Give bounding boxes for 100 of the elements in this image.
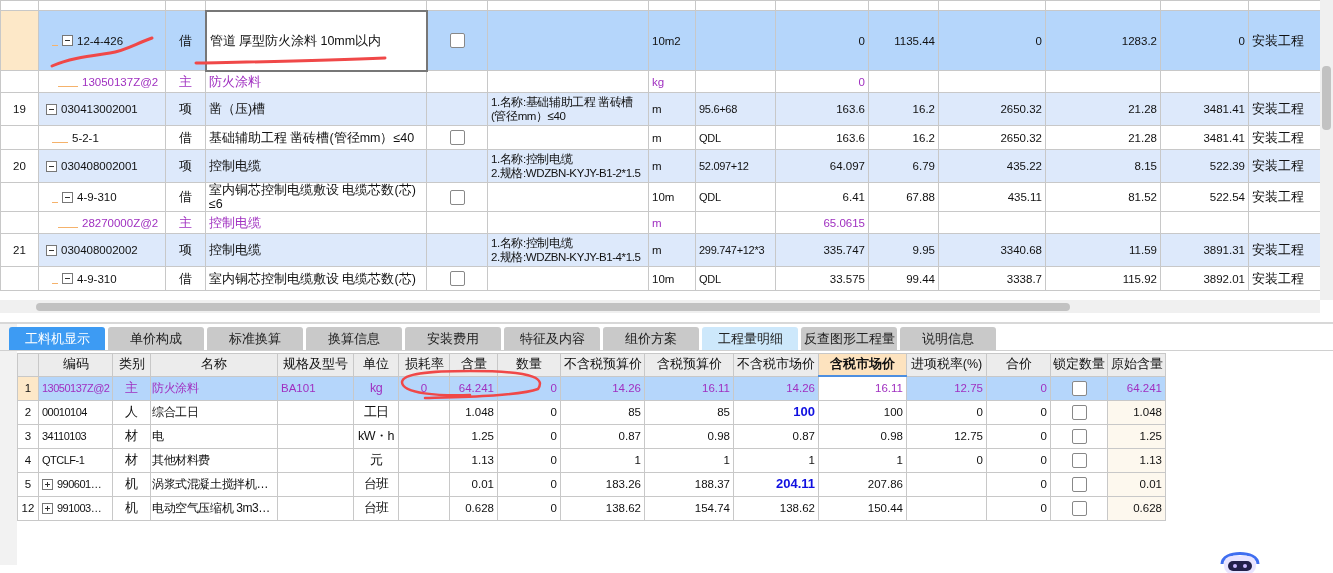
collapse-icon[interactable] — [62, 35, 73, 46]
table-cell: 14.26 — [733, 376, 819, 400]
column-header[interactable]: 进项税率(%) — [906, 353, 987, 376]
value-text: 435.22 — [938, 149, 1046, 183]
table-cell: 85 — [560, 400, 645, 424]
tab[interactable]: 工程量明细 — [702, 327, 798, 350]
category-text: 借 — [165, 182, 206, 212]
column-header[interactable]: 含税市场价 — [818, 353, 907, 376]
checkbox[interactable] — [449, 130, 465, 146]
column-header[interactable]: 原始含量 — [1107, 353, 1166, 376]
table-cell: 0 — [986, 400, 1051, 424]
collapse-icon[interactable] — [46, 103, 57, 115]
table-cell: kg — [353, 376, 399, 400]
row-number: 20 — [0, 149, 39, 183]
checkbox[interactable] — [1071, 380, 1087, 396]
column-header[interactable]: 编码 — [38, 353, 113, 376]
name-text: 控制电缆 — [205, 233, 427, 267]
table-cell: 0 — [986, 376, 1051, 400]
value-text: 6.41 — [775, 182, 869, 212]
table-cell: 电 — [150, 424, 278, 448]
tab[interactable]: 安装费用 — [405, 327, 501, 350]
table-cell: 188.37 — [644, 472, 734, 496]
name-text: 室内铜芯控制电缆敷设 电缆芯数(芯) ≤6 — [205, 182, 427, 212]
value-text: 16.2 — [868, 125, 939, 150]
table-cell: 材 — [112, 424, 151, 448]
feature-text: 1.名称:控制电缆 — [491, 236, 574, 250]
checkbox[interactable] — [1071, 404, 1087, 420]
checkbox[interactable] — [449, 271, 465, 287]
unit-text: 10m — [648, 182, 696, 212]
expression-text: 299.747+12*3 — [695, 233, 776, 267]
horizontal-scrollbar[interactable] — [0, 300, 1320, 313]
column-header[interactable]: 不含税预算价 — [560, 353, 645, 376]
code-text: 030408002002 — [61, 243, 138, 257]
tab[interactable]: 反查图形工程量 — [801, 327, 897, 350]
value-text: 8.15 — [1045, 149, 1161, 183]
table-cell: 14.26 — [560, 376, 645, 400]
column-header[interactable]: 合价 — [986, 353, 1051, 376]
tab[interactable]: 标准换算 — [207, 327, 303, 350]
tab[interactable]: 特征及内容 — [504, 327, 600, 350]
unit-text: m — [648, 92, 696, 126]
column-header[interactable]: 数量 — [497, 353, 561, 376]
tab[interactable]: 组价方案 — [603, 327, 699, 350]
table-cell: 机 — [112, 472, 151, 496]
unit-text: m — [648, 211, 696, 234]
code-text: QTCLF-1 — [42, 453, 85, 467]
table-cell: 机 — [112, 496, 151, 520]
table-cell: 16.11 — [644, 376, 734, 400]
value-text: 6.79 — [868, 149, 939, 183]
code-text: 030413002001 — [61, 102, 138, 116]
feature-text: 2.规格:WDZBN-KYJY-B1-4*1.5 — [491, 250, 642, 264]
tab[interactable]: 单价构成 — [108, 327, 204, 350]
column-header[interactable]: 名称 — [150, 353, 278, 376]
column-header[interactable]: 锁定数量 — [1050, 353, 1108, 376]
column-header[interactable]: 单位 — [353, 353, 399, 376]
code-text: 28270000Z@2 — [82, 215, 159, 230]
table-cell: 主 — [112, 376, 151, 400]
value-text: 163.6 — [775, 92, 869, 126]
expand-icon[interactable] — [42, 502, 53, 514]
column-header[interactable]: 规格及型号 — [277, 353, 354, 376]
table-cell: 0 — [906, 448, 987, 472]
category-text: 借 — [165, 266, 206, 291]
table-cell: 64.241 — [1107, 376, 1166, 400]
checkbox[interactable] — [449, 33, 465, 49]
value-text: 81.52 — [1045, 182, 1161, 212]
value-text: 435.11 — [938, 182, 1046, 212]
expression-text: QDL — [695, 125, 776, 150]
value-text: 522.39 — [1160, 149, 1249, 183]
unit-text: 10m — [648, 266, 696, 291]
checkbox[interactable] — [1071, 476, 1087, 492]
table-cell: 0.628 — [449, 496, 498, 520]
table-cell: 台班 — [353, 472, 399, 496]
table-cell: 综合工日 — [150, 400, 278, 424]
vertical-scrollbar[interactable] — [1320, 0, 1333, 300]
column-header[interactable]: 不含税市场价 — [733, 353, 819, 376]
code-text: 34110103 — [42, 429, 87, 443]
table-cell: 0 — [986, 496, 1051, 520]
table-cell: 其他材料费 — [150, 448, 278, 472]
column-header[interactable]: 含税预算价 — [644, 353, 734, 376]
tab[interactable]: 说明信息 — [900, 327, 996, 350]
collapse-icon[interactable] — [46, 160, 57, 172]
value-text: 3340.68 — [938, 233, 1046, 267]
table-cell: 0 — [906, 400, 987, 424]
unit-text: kg — [648, 70, 696, 93]
unit-text: m — [648, 233, 696, 267]
name-text: 凿（压)槽 — [205, 92, 427, 126]
row-number: 21 — [0, 233, 39, 267]
checkbox[interactable] — [449, 189, 465, 205]
collapse-icon[interactable] — [62, 273, 73, 284]
checkbox[interactable] — [1071, 452, 1087, 468]
table-cell: 人 — [112, 400, 151, 424]
collapse-icon[interactable] — [46, 244, 57, 256]
table-cell: 台班 — [353, 496, 399, 520]
checkbox[interactable] — [1071, 428, 1087, 444]
value-text: 67.88 — [868, 182, 939, 212]
column-header[interactable]: 类别 — [112, 353, 151, 376]
tab[interactable]: 换算信息 — [306, 327, 402, 350]
checkbox[interactable] — [1071, 500, 1087, 516]
collapse-icon[interactable] — [62, 191, 73, 203]
expand-icon[interactable] — [42, 478, 53, 490]
value-text: 0 — [1160, 10, 1249, 71]
